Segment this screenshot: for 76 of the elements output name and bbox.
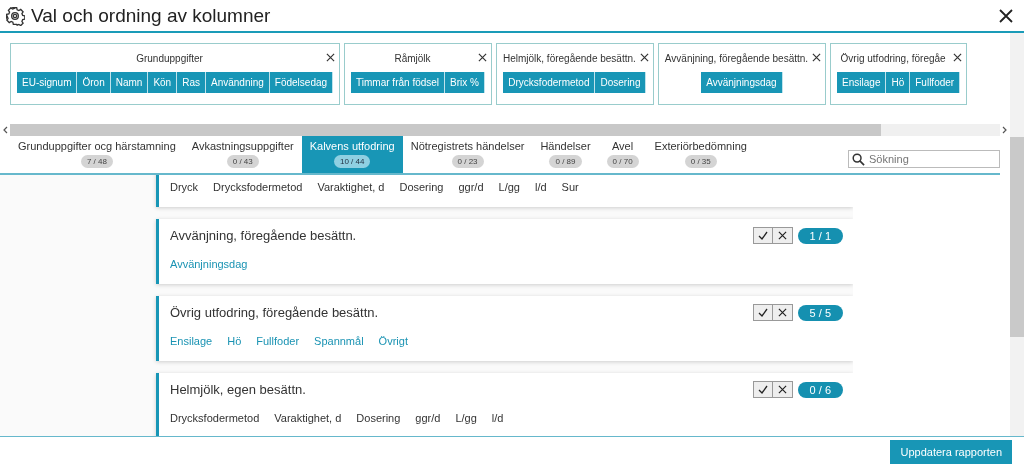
update-report-button[interactable]: Uppdatera rapporten xyxy=(890,440,1012,464)
column-chip[interactable]: Användning xyxy=(206,72,270,93)
select-all-button[interactable] xyxy=(753,228,773,243)
section-title: Helmjölk, egen besättn. xyxy=(170,382,306,397)
group-title: Avvänjning, föregående besättn. xyxy=(664,52,809,64)
select-all-button[interactable] xyxy=(753,305,773,320)
cross-icon xyxy=(777,385,787,394)
column-chip[interactable]: Födelsedag xyxy=(269,72,334,93)
column-option[interactable]: l/d xyxy=(491,412,504,424)
column-chip[interactable]: EU-signum xyxy=(17,72,78,93)
section-title: Avvänjning, föregående besättn. xyxy=(170,228,357,243)
category-tab[interactable]: Avel 0 / 70 xyxy=(598,136,647,173)
group-title: Övrig utfodring, föregåe xyxy=(840,52,946,64)
category-tab[interactable]: Händelser 0 / 89 xyxy=(532,136,599,173)
section-title: Övrig utfodring, föregående besättn. xyxy=(170,305,379,320)
column-option[interactable]: Ensilage xyxy=(170,335,213,347)
category-tab[interactable]: Grunduppgifter ocg härstamning 7 / 48 xyxy=(10,136,184,173)
column-chip[interactable]: Ras xyxy=(177,72,206,93)
column-chip[interactable]: Brix % xyxy=(445,72,485,93)
select-all-button[interactable] xyxy=(753,382,773,397)
check-icon xyxy=(757,307,768,318)
group-title: Helmjölk, föregående besättn. xyxy=(502,52,636,64)
close-icon[interactable] xyxy=(953,53,963,62)
column-option[interactable]: Fullfoder xyxy=(256,335,300,347)
close-icon[interactable] xyxy=(639,53,649,62)
column-chip[interactable]: Öron xyxy=(77,72,111,93)
column-option[interactable]: L/gg xyxy=(455,412,477,424)
column-chip[interactable]: Avvänjningsdag xyxy=(701,72,783,93)
column-option[interactable]: l/d xyxy=(534,181,547,193)
cross-icon xyxy=(777,308,787,317)
close-icon[interactable] xyxy=(812,53,822,62)
settings-icon xyxy=(5,5,25,26)
close-icon[interactable] xyxy=(326,53,336,62)
column-chip[interactable]: Timmar från födsel xyxy=(351,72,446,93)
column-option[interactable]: L/gg xyxy=(498,181,520,193)
close-icon[interactable] xyxy=(477,53,487,62)
column-chip[interactable]: Fullfoder xyxy=(910,72,961,93)
check-icon xyxy=(757,230,768,241)
column-chip[interactable]: Drycksfodermetod xyxy=(503,72,596,93)
column-option[interactable]: Dryck xyxy=(170,181,199,193)
search-icon xyxy=(852,153,865,166)
group-title: Råmjölk xyxy=(394,52,431,64)
column-chip[interactable]: Kön xyxy=(148,72,178,93)
category-tab[interactable]: Kalvens utfodring 10 / 44 xyxy=(301,136,403,173)
group-title: Grunduppgifter xyxy=(136,52,203,64)
column-option[interactable]: ggr/d xyxy=(458,181,484,193)
category-tab[interactable]: Nötregistrets händelser 0 / 23 xyxy=(402,136,533,173)
column-chip[interactable]: Dosering xyxy=(595,72,647,93)
column-option[interactable]: Varaktighet, d xyxy=(274,412,342,424)
column-option[interactable]: Dosering xyxy=(356,412,401,424)
column-option[interactable]: Hö xyxy=(227,335,242,347)
vertical-scrollbar[interactable] xyxy=(1010,33,1024,436)
scroll-right-icon[interactable] xyxy=(1002,125,1008,134)
count-badge: 1 / 1 xyxy=(797,227,843,244)
search-field[interactable]: Sökning xyxy=(848,150,1000,168)
scroll-left-icon[interactable] xyxy=(2,125,8,134)
column-option[interactable]: Övrigt xyxy=(378,335,408,347)
column-chip[interactable]: Namn xyxy=(110,72,149,93)
check-icon xyxy=(757,384,768,395)
category-tab[interactable]: Avkastningsuppgifter 0 / 43 xyxy=(183,136,302,173)
close-icon[interactable] xyxy=(998,7,1014,24)
column-option[interactable]: Sur xyxy=(561,181,579,193)
column-option[interactable]: Varaktighet, d xyxy=(317,181,385,193)
column-option[interactable]: Dosering xyxy=(399,181,444,193)
column-option[interactable]: Drycksfodermetod xyxy=(213,181,303,193)
category-tab[interactable]: Exteriörbedömning 0 / 35 xyxy=(646,136,755,173)
cross-icon xyxy=(777,231,787,240)
count-badge: 5 / 5 xyxy=(797,304,843,321)
window-title: Val och ordning av kolumner xyxy=(31,4,272,27)
column-chip[interactable]: Ensilage xyxy=(837,72,887,93)
count-badge: 0 / 6 xyxy=(797,381,843,398)
column-option[interactable]: Spannmål xyxy=(314,335,364,347)
column-option[interactable]: ggr/d xyxy=(415,412,441,424)
column-option[interactable]: Avvänjningsdag xyxy=(170,258,248,270)
column-option[interactable]: Drycksfodermetod xyxy=(170,412,260,424)
column-chip[interactable]: Hö xyxy=(886,72,911,93)
